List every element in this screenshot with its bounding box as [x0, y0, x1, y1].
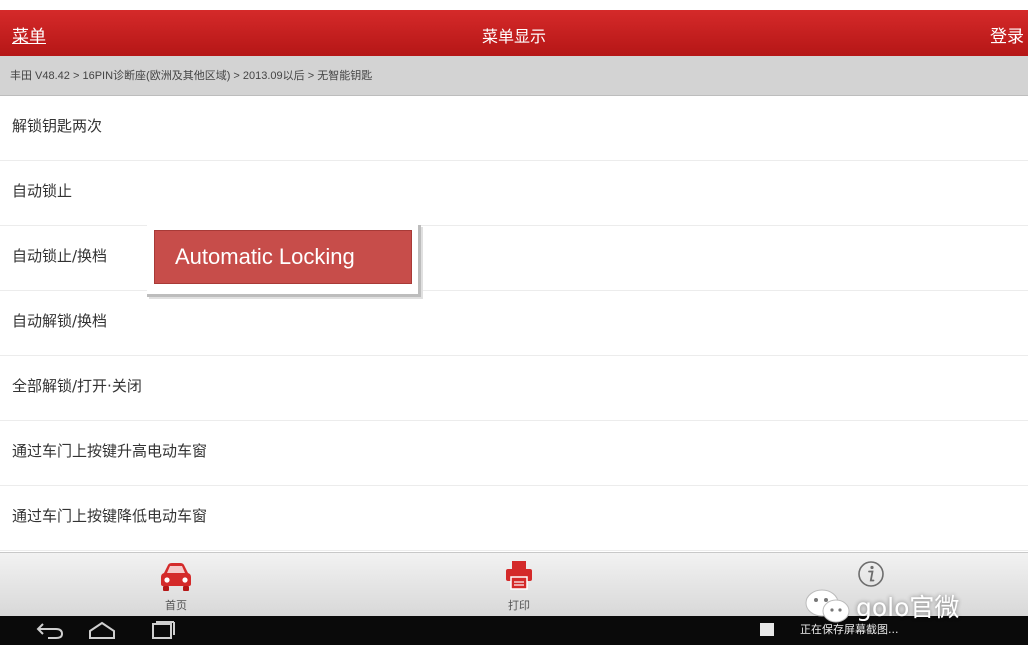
watermark-text: golo官微 — [856, 593, 960, 622]
page-title: 菜单显示 — [481, 27, 546, 46]
menu-item-unlock-all-open-close[interactable]: 全部解锁/打开·关闭 — [0, 356, 1028, 421]
menu-item-label: 全部解锁/打开·关闭 — [12, 377, 142, 395]
print-label: 打印 — [508, 599, 530, 612]
info-icon — [858, 561, 884, 587]
menu-item-auto-lock[interactable]: 自动锁止 — [0, 161, 1028, 226]
back-icon[interactable] — [34, 620, 66, 640]
home-button[interactable]: 首页 — [116, 553, 236, 617]
home-icon[interactable] — [86, 620, 118, 640]
menu-item-raise-power-window[interactable]: 通过车门上按键升高电动车窗 — [0, 421, 1028, 486]
breadcrumb: 丰田 V48.42 > 16PIN诊断座(欧洲及其他区域) > 2013.09以… — [0, 56, 1028, 96]
printer-icon — [506, 561, 532, 590]
menu-item-unlock-key-twice[interactable]: 解锁钥匙两次 — [0, 96, 1028, 161]
menu-item-lower-power-window[interactable]: 通过车门上按键降低电动车窗 — [0, 486, 1028, 551]
car-home-icon — [161, 563, 191, 591]
menu-item-auto-unlock-shift[interactable]: 自动解锁/换档 — [0, 291, 1028, 356]
menu-item-label: 自动锁止/换档 — [12, 247, 108, 265]
menu-item-label: 自动解锁/换档 — [12, 312, 108, 330]
menu-item-label: 解锁钥匙两次 — [12, 117, 103, 135]
print-button[interactable]: 打印 — [459, 553, 579, 617]
recents-icon[interactable] — [146, 620, 178, 640]
app-window: 菜单 菜单显示 登录 丰田 V48.42 > 16PIN诊断座(欧洲及其他区域)… — [0, 0, 1028, 645]
home-label: 首页 — [165, 599, 187, 612]
title-bar: 菜单 菜单显示 登录 — [0, 10, 1028, 56]
top-margin — [0, 0, 1028, 10]
function-menu-list: 解锁钥匙两次 自动锁止 自动锁止/换档 自动解锁/换档 全部解锁/打开·关闭 通… — [0, 96, 1028, 552]
annotation-callout: Automatic Locking — [154, 230, 412, 284]
login-button[interactable]: 登录 — [990, 22, 1024, 47]
menu-item-label: 通过车门上按键升高电动车窗 — [12, 442, 208, 460]
menu-item-label: 通过车门上按键降低电动车窗 — [12, 507, 208, 525]
screenshot-notification-icon — [760, 623, 774, 636]
wechat-icon — [805, 589, 850, 623]
menu-item-label: 自动锁止 — [12, 182, 73, 200]
